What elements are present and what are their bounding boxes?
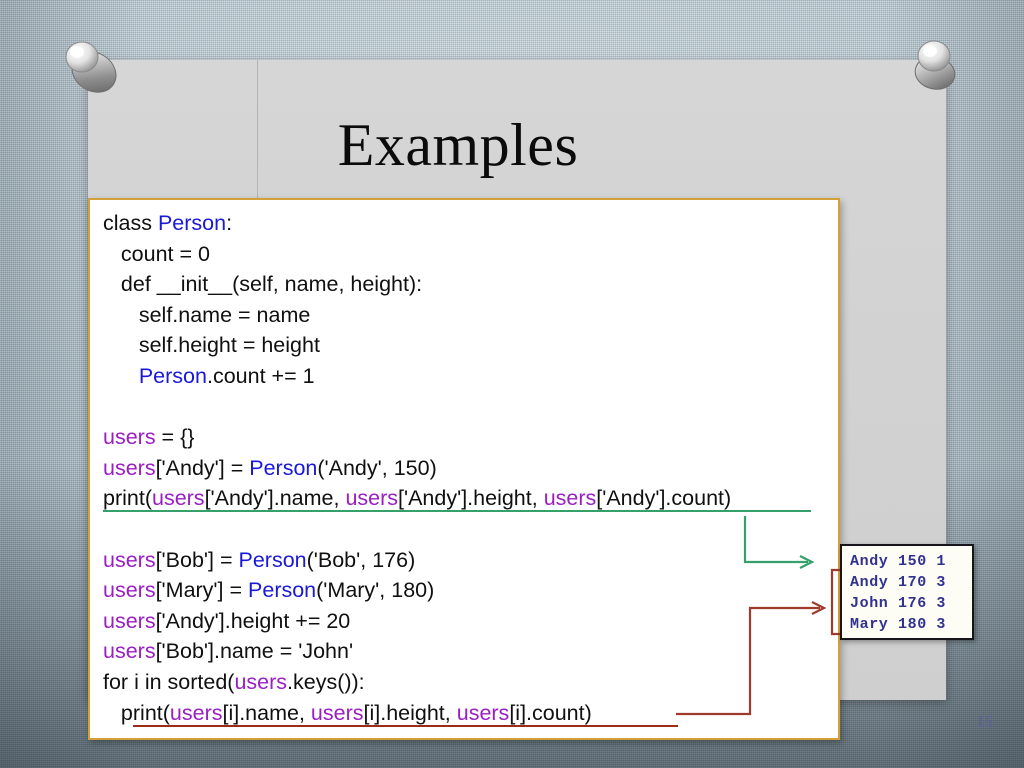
class-token: Person [238, 547, 307, 572]
code-token: .count += 1 [206, 363, 315, 388]
code-token: ('Bob', 176) [306, 547, 416, 572]
code-panel: class Person: count = 0 def __init__(sel… [88, 198, 840, 740]
code-token: = {} [155, 425, 195, 450]
variable-token: users [345, 486, 399, 511]
class-token: Person [138, 363, 207, 388]
code-line: users['Mary'] = Person('Mary', 180) [103, 575, 834, 606]
variable-token: users [103, 608, 156, 633]
output-row: Mary 180 3 [850, 616, 947, 633]
code-token: ['Andy'].height += 20 [155, 608, 351, 633]
code-line: count = 0 [103, 239, 834, 270]
class-token: Person [249, 455, 318, 480]
code-line: print(users[i].name, users[i].height, us… [103, 698, 834, 729]
code-line: for i in sorted(users.keys()): [103, 667, 834, 698]
push-pin-icon-left [65, 41, 117, 93]
code-token: ['Mary'] = [155, 578, 249, 603]
output-row: Andy 150 1 [850, 553, 947, 570]
variable-token: users [234, 669, 288, 694]
code-line: self.height = height [103, 330, 834, 361]
code-token: ['Andy'].height, [398, 486, 544, 511]
class-token: Person [157, 211, 227, 235]
code-token: print( [103, 700, 170, 725]
variable-token: users [169, 700, 223, 725]
code-line: users = {} [103, 422, 834, 453]
code-token: class [103, 211, 158, 235]
code-token: ['Bob'] = [155, 547, 239, 572]
code-token: ('Andy', 150) [317, 455, 437, 480]
code-line: Person.count += 1 [103, 361, 834, 392]
variable-token: users [103, 547, 156, 572]
code-line: users['Bob'].name = 'John' [103, 636, 834, 667]
code-token: ['Andy'].count) [596, 486, 732, 511]
page-title: Examples [337, 112, 579, 178]
variable-token: users [103, 578, 156, 603]
program-output-box: Andy 150 1 Andy 170 3 John 176 3 Mary 18… [840, 544, 974, 640]
code-line: users['Andy'] = Person('Andy', 150) [103, 453, 834, 484]
green-underline [103, 509, 811, 512]
code-token: self.name = name [103, 302, 311, 327]
code-line: self.name = name [103, 300, 834, 331]
code-token: ('Mary', 180) [316, 578, 435, 603]
code-token: [i].count) [509, 700, 592, 725]
code-token: [i].name, [222, 700, 311, 725]
variable-token: users [103, 425, 156, 450]
variable-token: users [151, 486, 205, 511]
code-line: def __init__(self, name, height): [103, 269, 834, 300]
variable-token: users [310, 700, 364, 725]
variable-token: users [103, 639, 156, 664]
code-line: print(users['Andy'].name, users['Andy'].… [103, 483, 834, 514]
code-token: .keys()): [287, 669, 365, 694]
code-token: ['Andy'].name, [204, 486, 346, 511]
variable-token: users [543, 486, 597, 511]
code-token: count = 0 [103, 241, 210, 266]
output-row: John 176 3 [850, 595, 947, 612]
page-number: 15 [976, 712, 993, 731]
push-pin-icon-right [914, 40, 956, 90]
code-block: class Person: count = 0 def __init__(sel… [103, 208, 834, 728]
code-line: class Person: [103, 208, 834, 239]
red-underline [133, 725, 678, 728]
class-token: Person [248, 578, 317, 603]
code-token: print( [103, 486, 152, 511]
code-line: users['Andy'].height += 20 [103, 606, 834, 637]
code-token: : [226, 211, 233, 235]
code-token: def __init__(self, name, height): [103, 272, 423, 297]
variable-token: users [103, 455, 156, 480]
variable-token: users [456, 700, 510, 725]
code-token: ['Bob'].name = 'John' [155, 639, 354, 664]
code-token: self.height = height [103, 333, 320, 358]
output-row: Andy 170 3 [850, 574, 947, 591]
code-token: ['Andy'] = [155, 455, 250, 480]
code-token: [i].height, [363, 700, 457, 725]
code-token: for i in sorted( [103, 669, 235, 694]
code-line: users['Bob'] = Person('Bob', 176) [103, 545, 834, 576]
